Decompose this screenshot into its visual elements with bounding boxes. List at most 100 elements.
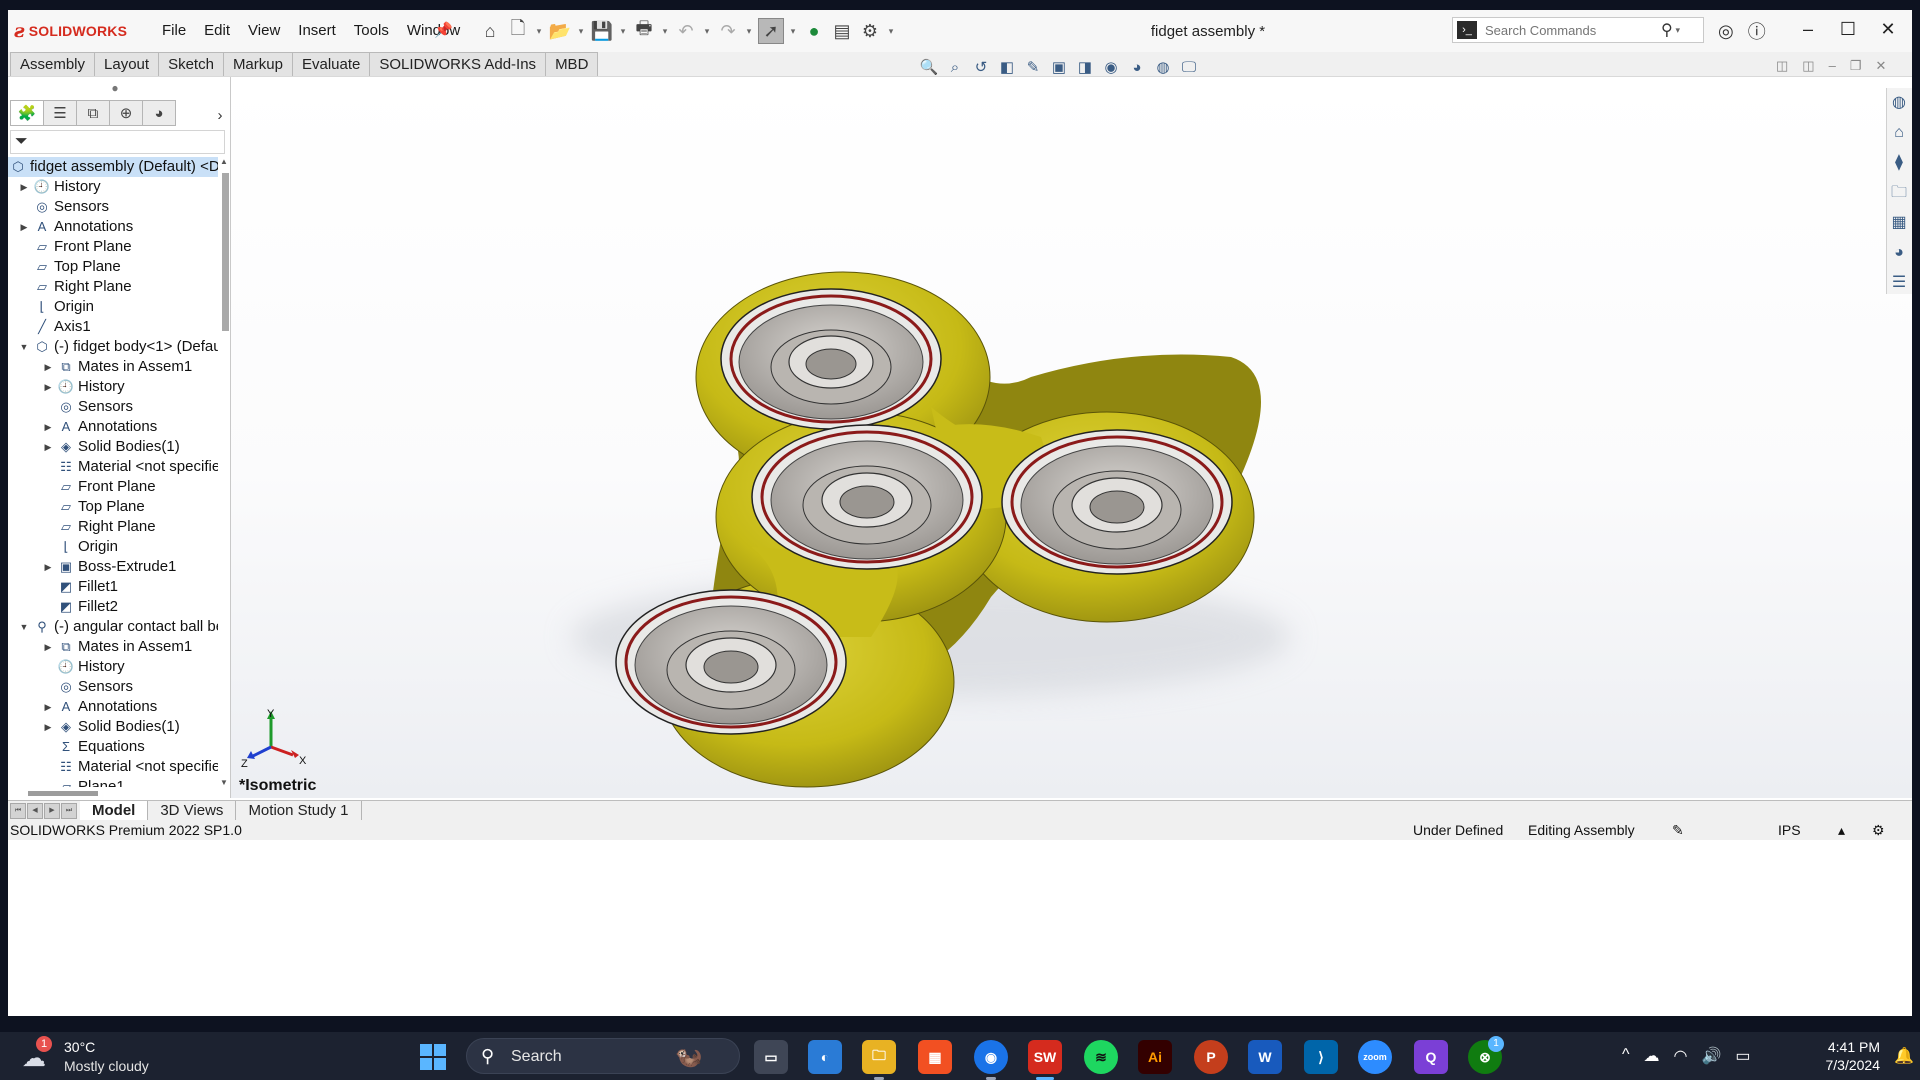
expand-arrow-icon[interactable]: ▶ xyxy=(42,717,54,737)
configuration-manager-tab-icon[interactable]: ⧉ xyxy=(76,100,110,126)
rebuild-traffic-light-icon[interactable]: ● xyxy=(802,19,826,43)
dynamic-annotation-icon[interactable]: ✎ xyxy=(1022,56,1044,78)
solidworks-app-icon[interactable]: SW xyxy=(1028,1040,1062,1080)
tree-item-history-24[interactable]: 🕘 History xyxy=(8,657,218,677)
viewport-minimize-icon[interactable]: – xyxy=(1829,58,1836,74)
menu-view[interactable]: View xyxy=(239,22,289,40)
tree-item-material-not-specified-14[interactable]: ☷ Material <not specified> xyxy=(8,457,218,477)
first-tab-icon[interactable]: ⏮ xyxy=(10,803,26,819)
minimize-icon[interactable]: – xyxy=(1788,16,1828,42)
tree-item-history-10[interactable]: ▶ 🕘 History xyxy=(8,377,218,397)
tab-evaluate[interactable]: Evaluate xyxy=(291,52,371,76)
illustrator-icon[interactable]: Ai xyxy=(1138,1040,1172,1074)
pin-menu-icon[interactable]: 📌 xyxy=(434,21,453,39)
panel-grip-icon[interactable]: ⦁ xyxy=(112,81,118,96)
select-dropdown-icon[interactable]: ▾ xyxy=(788,26,798,37)
filter-funnel-icon[interactable]: ⏷ xyxy=(15,133,28,151)
display-manager-tab-icon[interactable]: ◕ xyxy=(142,100,176,126)
tree-item-annotations-12[interactable]: ▶ A Annotations xyxy=(8,417,218,437)
bearing-right[interactable] xyxy=(1001,429,1233,575)
tree-item-sensors-11[interactable]: ◎ Sensors xyxy=(8,397,218,417)
tree-item-front-plane-15[interactable]: ▱ Front Plane xyxy=(8,477,218,497)
graphics-area[interactable]: Y X Z *Isometric xyxy=(231,77,1912,798)
display-style-icon[interactable]: ◨ xyxy=(1074,56,1096,78)
solidworks-logo[interactable]: ƨ SOLIDWORKS xyxy=(14,19,127,43)
tree-item-right-plane-17[interactable]: ▱ Right Plane xyxy=(8,517,218,537)
more-tabs-chevron-icon[interactable]: › xyxy=(213,103,227,127)
zoom-to-area-icon[interactable]: ⌕ xyxy=(944,56,966,78)
prev-tab-icon[interactable]: ◀ xyxy=(27,803,43,819)
undo-icon[interactable]: ↶ xyxy=(674,19,698,43)
save-icon[interactable]: 💾 xyxy=(590,19,614,43)
bearing-bottom[interactable] xyxy=(615,589,847,735)
tree-item-axis1-7[interactable]: ╱ Axis1 xyxy=(8,317,218,337)
custom-properties-icon[interactable]: ☰ xyxy=(1887,268,1911,298)
onedrive-cloud-icon[interactable]: ☁ xyxy=(1644,1046,1660,1066)
scroll-thumb[interactable] xyxy=(222,173,229,331)
tree-item-plane1-30[interactable]: ▱ Plane1 xyxy=(8,777,218,787)
tree-filter[interactable]: ⏷ xyxy=(10,130,225,154)
tree-item-solid-bodies-1-27[interactable]: ▶ ◈ Solid Bodies(1) xyxy=(8,717,218,737)
previous-view-icon[interactable]: ↺ xyxy=(970,56,992,78)
user-account-icon[interactable]: ◎ xyxy=(1718,21,1734,42)
copilot-icon[interactable]: ◐ xyxy=(808,1040,842,1074)
section-view-icon[interactable]: ◧ xyxy=(996,56,1018,78)
file-explorer-icon[interactable]: ⧫ xyxy=(1887,148,1911,178)
search-commands-input[interactable] xyxy=(1483,21,1657,39)
redo-dropdown-icon[interactable]: ▾ xyxy=(744,26,754,37)
select-arrow-icon[interactable]: ➚ xyxy=(758,18,784,44)
tree-item-sensors-1[interactable]: ◎ Sensors xyxy=(8,197,218,217)
tree-item-fillet2-21[interactable]: ◩ Fillet2 xyxy=(8,597,218,617)
solidworks-resources-icon[interactable]: ◍ xyxy=(1887,88,1911,118)
tree-item-front-plane-3[interactable]: ▱ Front Plane xyxy=(8,237,218,257)
new-document-icon[interactable]: 🗋 xyxy=(506,18,530,43)
vscode-icon[interactable]: ⟩ xyxy=(1304,1040,1338,1074)
search-highlight-icon[interactable]: 🦦 xyxy=(672,1040,706,1074)
tree-item-sensors-25[interactable]: ◎ Sensors xyxy=(8,677,218,697)
app-q-icon[interactable]: Q xyxy=(1414,1040,1448,1074)
start-button[interactable] xyxy=(420,1044,446,1070)
file-properties-icon[interactable]: ▤ xyxy=(830,19,854,43)
open-dropdown-icon[interactable]: ▾ xyxy=(576,26,586,37)
clock[interactable]: 4:41 PM 7/3/2024 xyxy=(1790,1038,1881,1074)
redo-icon[interactable]: ↷ xyxy=(716,19,740,43)
options-dropdown-icon[interactable]: ▾ xyxy=(886,26,896,37)
scroll-up-icon[interactable]: ▲ xyxy=(220,157,228,166)
expand-arrow-icon[interactable]: ▶ xyxy=(18,177,30,197)
edit-appearance-icon[interactable]: ◕ xyxy=(1126,56,1148,78)
viewport-split-icon[interactable]: ◫ xyxy=(1802,58,1814,74)
tree-item-history-0[interactable]: ▶ 🕘 History xyxy=(8,177,218,197)
viewport-close-icon[interactable]: ✕ xyxy=(1875,58,1886,74)
tab-sketch[interactable]: Sketch xyxy=(158,52,224,76)
tree-item-fidget-body-1-default-default-display-state-1-8[interactable]: ▼ ⬡ (-) fidget body<1> (Default) <<Default… xyxy=(8,337,218,357)
fidget-spinner-model[interactable] xyxy=(231,77,1912,798)
viewport-restore-icon[interactable]: ❐ xyxy=(1850,58,1862,74)
open-folder-icon[interactable]: 📂 xyxy=(548,19,572,43)
menu-insert[interactable]: Insert xyxy=(289,22,345,40)
tree-vertical-scrollbar[interactable]: ▲ ▼ xyxy=(220,157,230,787)
volume-icon[interactable]: 🔊 xyxy=(1701,1046,1721,1066)
save-dropdown-icon[interactable]: ▾ xyxy=(618,26,628,37)
viewport-tile-icon[interactable]: ◫ xyxy=(1776,58,1788,74)
status-units[interactable]: IPS xyxy=(1778,822,1801,838)
scenes-icon[interactable]: ◕ xyxy=(1887,238,1911,268)
file-explorer-app-icon[interactable]: 🗀 xyxy=(862,1040,896,1080)
tab-markup[interactable]: Markup xyxy=(222,52,293,76)
menu-tools[interactable]: Tools xyxy=(345,22,398,40)
rebuild-status-icon[interactable]: ✎ xyxy=(1672,822,1684,839)
tree-item-equations-28[interactable]: Σ Equations xyxy=(8,737,218,757)
chrome-icon[interactable]: ◉ xyxy=(974,1040,1008,1080)
home-icon[interactable]: ⌂ xyxy=(478,19,502,43)
wifi-icon[interactable]: ◠ xyxy=(1674,1046,1688,1066)
zoom-to-fit-icon[interactable]: 🔍 xyxy=(918,56,940,78)
expand-arrow-icon[interactable]: ▶ xyxy=(18,217,30,237)
tree-item-origin-6[interactable]: ⌊ Origin xyxy=(8,297,218,317)
tree-item-mates-in-assem1-23[interactable]: ▶ ⧉ Mates in Assem1 xyxy=(8,637,218,657)
tree-item-annotations-26[interactable]: ▶ A Annotations xyxy=(8,697,218,717)
appearances-icon[interactable]: ▦ xyxy=(1887,208,1911,238)
menu-edit[interactable]: Edit xyxy=(195,22,239,40)
show-hidden-icons-icon[interactable]: ^ xyxy=(1622,1046,1630,1066)
tree-horizontal-scrollbar[interactable] xyxy=(28,791,98,796)
view-settings-icon[interactable]: 🖵 xyxy=(1178,56,1200,78)
view-orientation-icon[interactable]: ▣ xyxy=(1048,56,1070,78)
